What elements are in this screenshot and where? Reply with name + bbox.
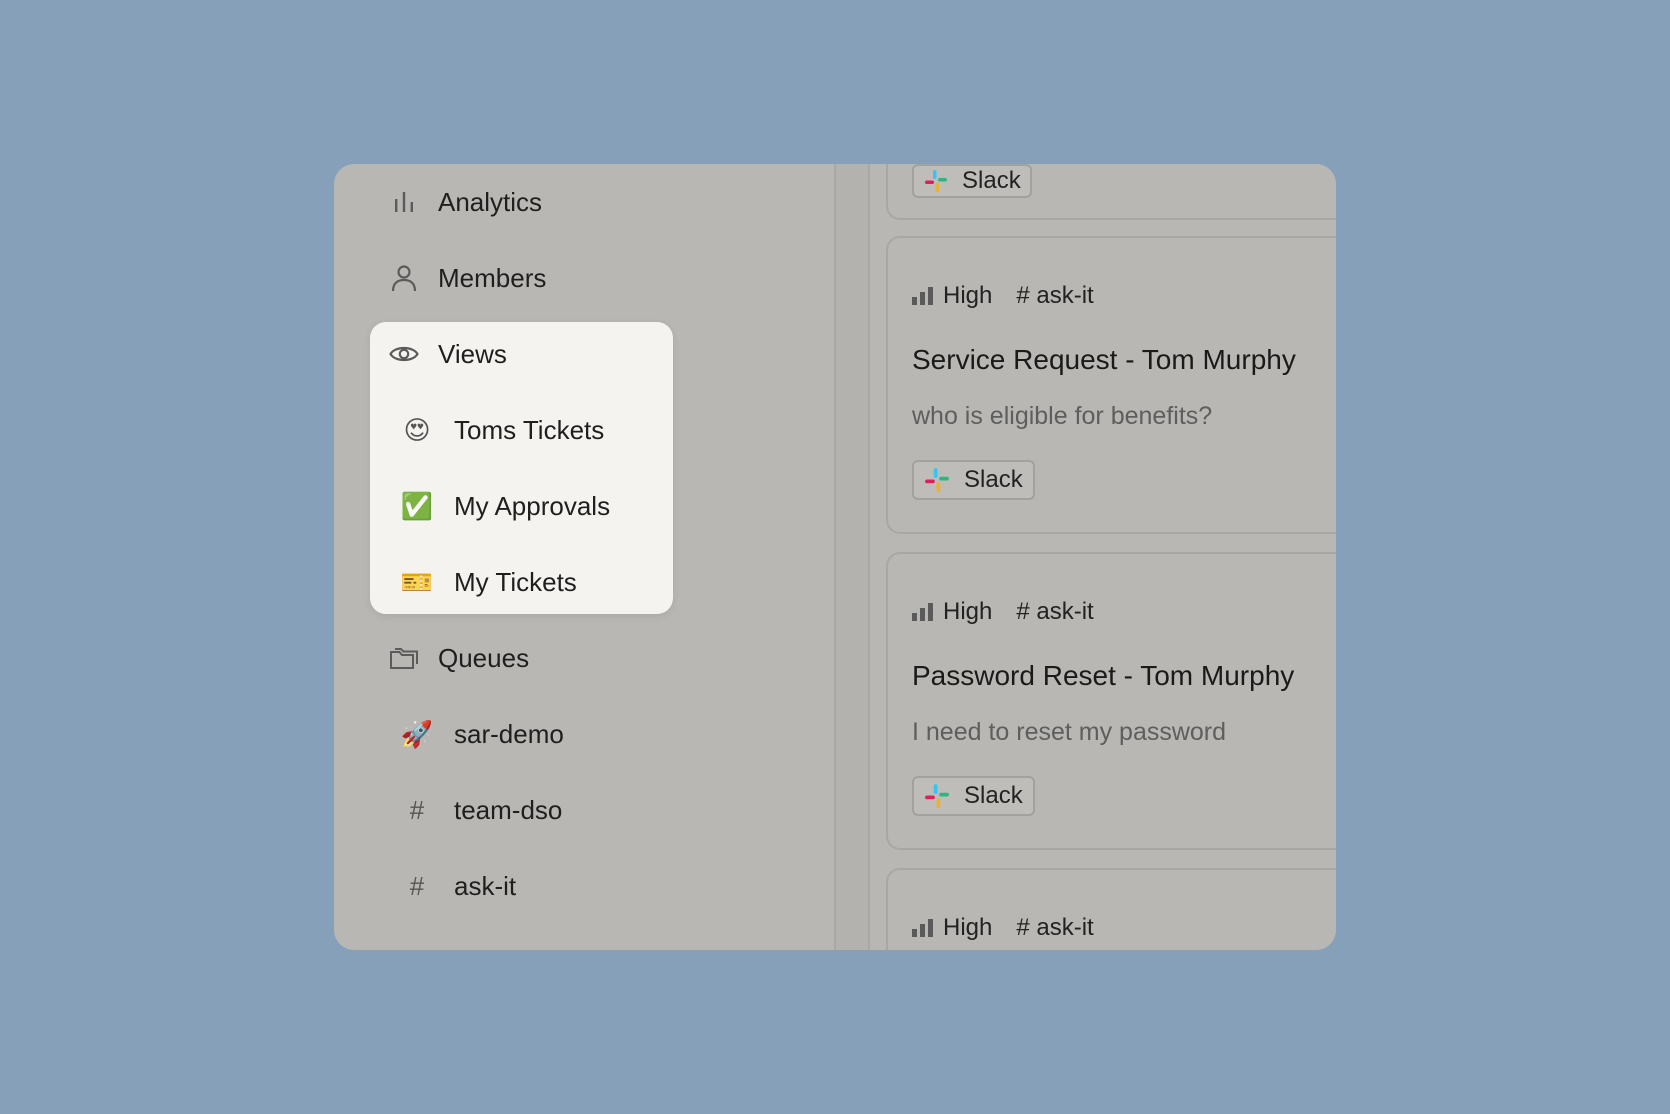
view-label: My Approvals xyxy=(454,490,611,521)
ticket-emoji-icon: 🎫 xyxy=(400,566,434,597)
priority-label: High xyxy=(943,282,993,309)
queue-label: ask-it xyxy=(454,870,517,901)
heart-eyes-emoji-icon: 😍 xyxy=(403,414,431,445)
ticket-card[interactable]: High # ask-it Service Request - Tom Murp… xyxy=(886,236,1336,534)
ticket-description: I need to reset my password xyxy=(912,718,1227,746)
hash-icon: # xyxy=(409,870,425,901)
sidebar-item-queues[interactable]: Queues xyxy=(384,636,529,680)
slack-icon xyxy=(925,468,949,492)
slack-icon xyxy=(925,170,947,192)
view-my-approvals[interactable]: ✅ My Approvals xyxy=(400,484,610,528)
queue-team-dso[interactable]: # team-dso xyxy=(400,788,563,832)
slack-icon xyxy=(925,784,949,808)
sidebar-item-label: Members xyxy=(438,262,547,293)
person-icon xyxy=(384,258,424,298)
source-badge: Slack xyxy=(912,460,1035,500)
channel-label: # ask-it xyxy=(1016,914,1094,941)
sidebar-item-members[interactable]: Members xyxy=(384,256,546,300)
priority-label: High xyxy=(943,598,993,625)
source-label: Slack xyxy=(962,167,1021,194)
sidebar-item-label: Queues xyxy=(438,642,530,673)
sidebar-item-views[interactable]: Views xyxy=(384,332,507,376)
ticket-list: Slack High # ask-it Service Request - To… xyxy=(870,164,1336,950)
eye-icon xyxy=(384,334,424,374)
view-toms-tickets[interactable]: 😍 Toms Tickets xyxy=(400,408,604,452)
view-label: My Tickets xyxy=(454,566,577,597)
priority-bars-icon xyxy=(912,919,933,937)
sidebar-item-analytics[interactable]: Analytics xyxy=(384,180,542,224)
ticket-meta: High # ask-it xyxy=(912,282,1094,310)
queue-ask-it[interactable]: # ask-it xyxy=(400,864,516,908)
check-mark-emoji-icon: ✅ xyxy=(400,490,434,521)
source-label: Slack xyxy=(964,466,1023,493)
ticket-title: Service Request - Tom Murphy xyxy=(912,344,1296,375)
channel-label: # ask-it xyxy=(1016,282,1094,309)
ticket-description: who is eligible for benefits? xyxy=(912,402,1213,430)
ticket-meta: High # ask-it xyxy=(912,914,1094,942)
view-label: Toms Tickets xyxy=(454,414,605,445)
ticket-title: Password Reset - Tom Murphy xyxy=(912,660,1295,691)
sidebar-item-label: Analytics xyxy=(438,186,543,217)
ticket-card[interactable]: Slack xyxy=(886,164,1336,220)
app-window: Analytics Members Views 😍 Toms Tickets ✅… xyxy=(334,164,1336,950)
queue-sar-demo[interactable]: 🚀 sar-demo xyxy=(400,712,564,756)
queue-label: sar-demo xyxy=(454,718,564,749)
view-my-tickets[interactable]: 🎫 My Tickets xyxy=(400,560,577,604)
folders-icon xyxy=(384,638,424,678)
ticket-card[interactable]: High # ask-it xyxy=(886,868,1336,950)
priority-bars-icon xyxy=(912,287,933,305)
sidebar: Analytics Members Views 😍 Toms Tickets ✅… xyxy=(334,164,834,950)
ticket-card[interactable]: High # ask-it Password Reset - Tom Murph… xyxy=(886,552,1336,850)
source-label: Slack xyxy=(964,782,1023,809)
sidebar-item-label: Views xyxy=(438,338,507,369)
bar-chart-icon xyxy=(384,182,424,222)
hash-icon: # xyxy=(409,794,425,825)
queue-label: team-dso xyxy=(454,794,563,825)
source-badge: Slack xyxy=(912,776,1035,816)
priority-bars-icon xyxy=(912,603,933,621)
resize-strip[interactable] xyxy=(836,164,868,950)
channel-label: # ask-it xyxy=(1016,598,1094,625)
ticket-meta: High # ask-it xyxy=(912,598,1094,626)
rocket-emoji-icon: 🚀 xyxy=(400,718,434,749)
priority-label: High xyxy=(943,914,993,941)
source-badge: Slack xyxy=(912,164,1032,198)
